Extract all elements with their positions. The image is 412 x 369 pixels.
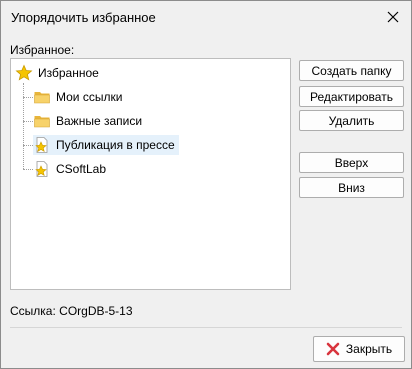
tree-connector <box>23 97 33 98</box>
tree-node-root[interactable]: Избранное <box>15 63 99 83</box>
close-icon <box>387 11 399 23</box>
delete-button[interactable]: Удалить <box>299 110 404 131</box>
tree-node-label: Избранное <box>38 66 99 80</box>
close-button-label: Закрыть <box>345 342 393 356</box>
close-red-x-icon <box>326 342 340 356</box>
tree-node-important-notes[interactable]: Важные записи <box>33 111 142 131</box>
edit-button[interactable]: Редактировать <box>299 86 404 107</box>
create-folder-button[interactable]: Создать папку <box>299 60 404 81</box>
move-down-button[interactable]: Вниз <box>299 177 404 198</box>
tree-node-my-links[interactable]: Мои ссылки <box>33 87 122 107</box>
tree-node-label: Публикация в прессе <box>56 138 175 152</box>
close-window-button[interactable] <box>381 5 405 29</box>
tree-connector <box>23 83 24 169</box>
tree-connector <box>23 169 33 170</box>
folder-icon <box>33 112 51 130</box>
dialog-title: Упорядочить избранное <box>11 10 156 25</box>
link-info: Ссылка: COrgDB-5-13 <box>10 304 133 318</box>
tree-node-press-publication[interactable]: Публикация в прессе <box>33 135 179 155</box>
footer-divider <box>10 327 402 328</box>
star-document-icon <box>33 136 51 154</box>
tree-node-csoftlab[interactable]: CSoftLab <box>33 159 106 179</box>
move-up-button[interactable]: Вверх <box>299 152 404 173</box>
star-icon <box>15 64 33 82</box>
link-value: COrgDB-5-13 <box>59 304 133 318</box>
tree-connector <box>23 121 33 122</box>
favorites-label: Избранное: <box>10 43 75 57</box>
folder-icon <box>33 88 51 106</box>
tree-node-label: CSoftLab <box>56 162 107 176</box>
tree-node-label: Важные записи <box>56 114 143 128</box>
tree-connector <box>23 145 33 146</box>
tree-node-label: Мои ссылки <box>56 90 123 104</box>
close-button[interactable]: Закрыть <box>313 336 405 362</box>
organize-favorites-dialog: Упорядочить избранное Избранное: Избранн… <box>0 0 412 369</box>
title-bar: Упорядочить избранное <box>1 1 411 34</box>
favorites-tree[interactable]: Избранное Мои ссылки Важные записи Публи… <box>10 58 291 290</box>
link-prefix: Ссылка: <box>10 304 60 318</box>
star-document-icon <box>33 160 51 178</box>
